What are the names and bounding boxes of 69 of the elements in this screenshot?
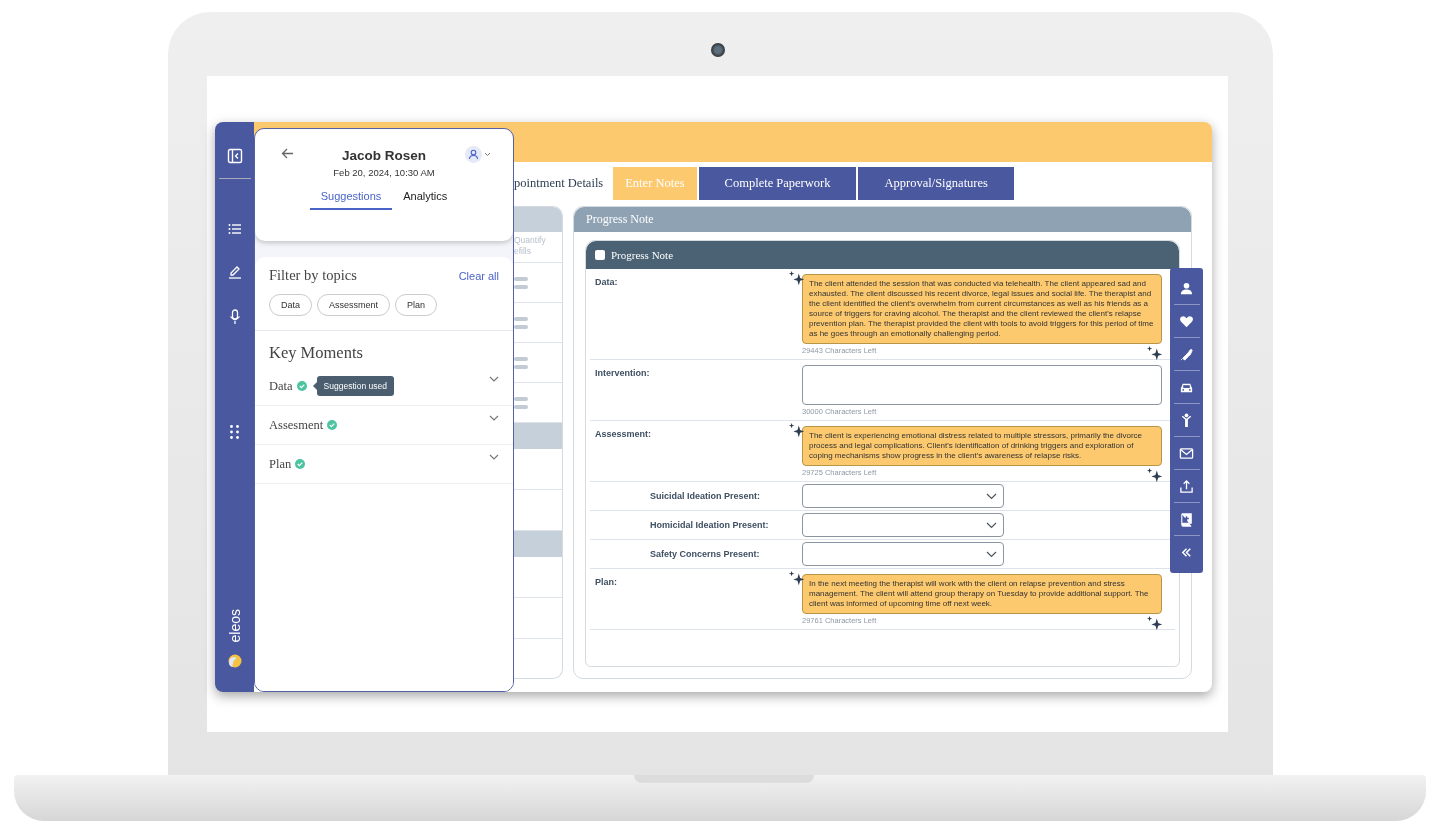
placeholder-bar (514, 404, 528, 409)
brand-name: eleos (226, 608, 243, 642)
microphone-icon[interactable] (228, 309, 241, 325)
dropdown-field[interactable] (802, 542, 1004, 566)
tab[interactable]: Suggestions (309, 186, 393, 210)
field-label: Safety Concerns Present: (649, 549, 760, 559)
card-title: Progress Note (611, 249, 674, 261)
field-label: Intervention: (594, 367, 650, 378)
text-field[interactable]: The client is experiencing emotional distress related to multiple stressors, primarily the divorce process and legal complications. Client's identification of drinking triggers and exploration of coping mechanisms show progress in the client's awareness of relapse risks. (802, 426, 1162, 466)
pen-icon[interactable] (1179, 346, 1194, 362)
topic-chip[interactable]: Data (269, 294, 312, 316)
placeholder-bar (514, 396, 528, 401)
panel-title: Progress Note (586, 212, 654, 227)
webcam (711, 43, 725, 57)
tab[interactable]: Analytics (392, 186, 459, 210)
back-arrow-icon[interactable] (281, 148, 294, 159)
field-label: Plan: (594, 576, 617, 587)
placeholder-bar (514, 284, 528, 289)
chevron-icon[interactable] (489, 454, 499, 460)
person-icon[interactable] (1179, 280, 1194, 296)
dropdown-field[interactable] (802, 484, 1004, 508)
tab[interactable]: Complete Paperwork (698, 167, 857, 200)
chevron-icon[interactable] (489, 415, 499, 421)
text-field[interactable] (802, 365, 1162, 405)
field-label: Data: (594, 276, 618, 287)
session-datetime: Feb 20, 2024, 10:30 AM (333, 167, 435, 178)
chevron-icon (986, 521, 997, 529)
pencil-icon[interactable] (227, 265, 242, 279)
table-header (514, 207, 562, 232)
field-label: Assessment: (594, 428, 652, 439)
upload-icon[interactable] (1179, 478, 1194, 494)
key-moment-label[interactable]: Assesment (269, 417, 324, 433)
tab[interactable]: Approval/Signatures (858, 167, 1014, 200)
key-moment-label[interactable]: Data (269, 378, 293, 394)
section-band (514, 423, 562, 449)
checkbox[interactable] (595, 250, 605, 260)
section-band (514, 531, 562, 557)
chevron-icon (986, 492, 997, 500)
key-moment-label[interactable]: Plan (269, 456, 292, 472)
placeholder-bar (514, 316, 528, 321)
placeholder-bar (514, 324, 528, 329)
double-chevron-icon[interactable] (1179, 545, 1194, 560)
topic-chip[interactable]: Plan (395, 294, 438, 316)
dropdown-field[interactable] (802, 513, 1004, 537)
placeholder-bar (514, 356, 528, 361)
section-title: Key Moments (268, 342, 364, 364)
text-field[interactable]: The client attended the session that was conducted via telehealth. The client appeared sad and exhausted. The client discussed his recent divorce, legal issues and social life. The therapist and the client identified the client's overwhelm from current circumstances as well as his friends as a source of triggers for craving alcohol. The therapist and the client reviewed the client's relapse prevention plan. The therapist provided the client with tools to avoid triggers for this period of time as he goes through an emotionally challenging period. (802, 274, 1162, 344)
chevron-icon (986, 550, 997, 558)
text-field[interactable]: In the next meeting the therapist will work with the client on relapse prevention and stress management. The client will attend group therapy on Tuesday to provide additional support. The client was informed of upcoming time off next week. (802, 574, 1162, 614)
tooltip: Suggestion used (316, 376, 394, 396)
grid-icon[interactable] (230, 425, 239, 439)
clear-all-link[interactable]: Clear all (458, 269, 499, 282)
filter-title: Filter by topics (269, 267, 357, 284)
topic-chip[interactable]: Assessment (317, 294, 391, 316)
list-icon[interactable] (227, 223, 242, 235)
book-icon[interactable] (1179, 511, 1194, 527)
field-label: Suicidal Ideation Present: (649, 491, 761, 501)
heart-icon[interactable] (1179, 313, 1194, 329)
caret-icon[interactable] (484, 152, 491, 157)
chevron-icon[interactable] (489, 376, 499, 382)
mail-icon[interactable] (1179, 445, 1194, 461)
placeholder-bar (514, 364, 528, 369)
placeholder-bar (514, 276, 528, 281)
logo-icon (227, 654, 242, 668)
user-avatar-icon[interactable] (465, 146, 482, 163)
field-label: Homicidal Ideation Present: (649, 520, 769, 530)
patient-name: Jacob Rosen (342, 148, 426, 163)
sidebar-toggle-icon[interactable] (226, 148, 243, 164)
figure-icon[interactable] (1179, 412, 1194, 428)
